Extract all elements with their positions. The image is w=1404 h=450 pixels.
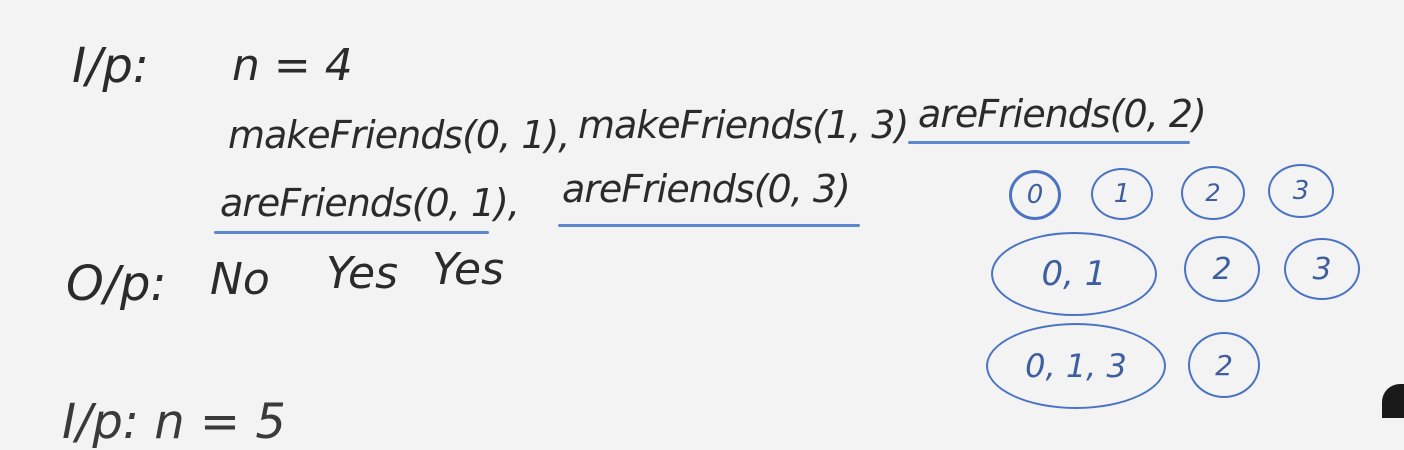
underline-are-friends-0-3: [558, 224, 860, 227]
whiteboard: I/p: n = 4 makeFriends(0, 1), makeFriend…: [0, 0, 1404, 446]
output-no: No: [210, 254, 270, 305]
n-expression: n = 4: [232, 40, 353, 91]
call-are-friends-0-2: areFriends(0, 2): [918, 92, 1207, 136]
set-node-2-row2: 2: [1184, 236, 1260, 302]
underline-are-friends-0-1: [214, 231, 489, 234]
call-are-friends-0-3: areFriends(0, 3): [562, 167, 851, 211]
output-yes-1: Yes: [326, 248, 399, 299]
set-node-3-row2: 3: [1284, 238, 1360, 300]
set-node-2: 2: [1181, 166, 1245, 220]
corner-shadow: [1382, 384, 1404, 418]
set-node-3: 3: [1268, 164, 1334, 218]
call-make-friends-1-3: makeFriends(1, 3): [578, 103, 909, 147]
output-label: O/p:: [66, 256, 167, 312]
underline-are-friends-0-2: [908, 141, 1190, 144]
set-node-1: 1: [1091, 168, 1153, 220]
set-node-2-row3: 2: [1188, 332, 1260, 398]
output-yes-2: Yes: [432, 244, 505, 295]
call-make-friends-0-1: makeFriends(0, 1),: [228, 113, 570, 157]
call-are-friends-0-1: areFriends(0, 1),: [220, 181, 520, 225]
partial-next-example: I/p: n = 5: [62, 394, 286, 450]
input-label: I/p:: [72, 38, 149, 94]
set-node-0-1: 0, 1: [991, 232, 1157, 316]
set-node-0: 0: [1009, 170, 1061, 220]
set-node-0-1-3: 0, 1, 3: [986, 323, 1166, 409]
